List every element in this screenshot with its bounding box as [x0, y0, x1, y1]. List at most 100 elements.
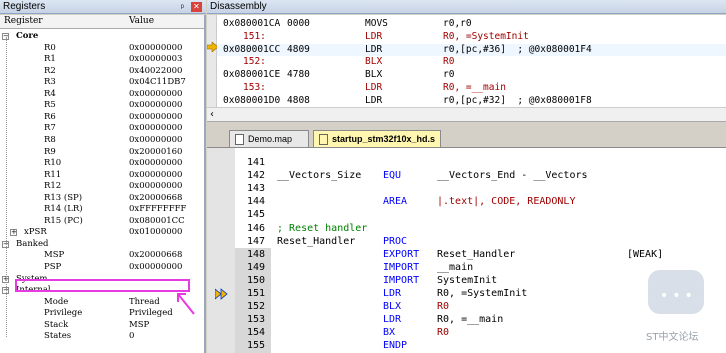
register-row[interactable]: R5 0x00000000 [0, 100, 204, 111]
operands: r0,[pc,#32] ; @0x080001F8 [443, 94, 592, 106]
mnemonic: LDR [365, 30, 383, 42]
register-value[interactable]: 0x04C11DB7 [129, 77, 186, 88]
operands: r0,[pc,#36] ; @0x080001F4 [443, 43, 592, 55]
expand-icon[interactable]: + [10, 229, 17, 237]
register-row[interactable]: R0 0x00000000 [0, 43, 204, 54]
register-value[interactable]: 0x00000000 [129, 158, 182, 169]
pin-icon[interactable]: ᵖ [181, 0, 184, 14]
tab-startup-file[interactable]: startup_stm32f10x_hd.s [313, 130, 441, 147]
mnemonic: LDR [365, 94, 383, 106]
forum-watermark: ••• ST中文论坛 [646, 270, 714, 350]
code-line[interactable]: 147 Reset_Handler PROC [207, 235, 726, 248]
register-row[interactable]: R13 (SP) 0x20000668 [0, 193, 204, 204]
line-number: 149 [246, 261, 265, 273]
register-value[interactable]: 0x080001CC [129, 216, 185, 227]
register-value[interactable]: 0 [129, 331, 134, 342]
line-number: 151 [246, 288, 265, 299]
source-line[interactable]: 151: LDR R0, =SystemInit [217, 31, 726, 44]
register-group[interactable]: − Banked [0, 239, 204, 250]
column-register[interactable]: Register [4, 16, 43, 26]
register-name: R15 (PC) [44, 215, 83, 226]
register-group[interactable]: − Core [0, 31, 204, 42]
register-value[interactable]: 0xFFFFFFFF [129, 204, 186, 215]
disassembly-gutter [207, 15, 217, 121]
code-arguments: |.text|, CODE, READONLY [437, 196, 576, 208]
instruction-line[interactable]: 0x080001CC 4809 LDR r0,[pc,#36] ; @0x080001… [217, 43, 726, 57]
register-value[interactable]: Thread [129, 297, 160, 308]
tab-demo-map[interactable]: Demo.map [229, 130, 309, 147]
register-value[interactable]: 0x20000668 [129, 250, 182, 261]
watermark-text: ST中文论坛 [646, 332, 699, 343]
register-value[interactable]: 0x20000160 [129, 147, 182, 158]
register-value[interactable]: Privileged [129, 308, 173, 319]
code-comment: ; Reset handler [277, 222, 368, 234]
operands: r0 [443, 69, 455, 81]
opcode-hex: 4808 [287, 94, 310, 106]
register-value[interactable]: 0x20000668 [129, 193, 182, 204]
register-value[interactable]: 0x00000000 [129, 123, 182, 134]
register-row[interactable]: R15 (PC) 0x080001CC [0, 216, 204, 227]
register-name: R8 [44, 134, 56, 145]
code-line[interactable]: 141 [207, 156, 726, 169]
register-name: R9 [44, 146, 56, 157]
register-group[interactable]: + xPSR 0x01000000 [0, 227, 204, 238]
register-row[interactable]: R6 0x00000000 [0, 112, 204, 123]
register-value[interactable]: 0x00000000 [129, 112, 182, 123]
register-row[interactable]: R9 0x20000160 [0, 147, 204, 158]
register-row[interactable]: R3 0x04C11DB7 [0, 77, 204, 88]
register-value[interactable]: 0x00000000 [129, 170, 182, 181]
register-value[interactable]: MSP [129, 320, 149, 331]
register-row[interactable]: Stack MSP [0, 320, 204, 331]
register-name: R5 [44, 100, 56, 111]
column-value[interactable]: Value [129, 16, 154, 26]
instruction-line[interactable]: 0x080001D0 4808 LDR r0,[pc,#32] ; @0x080001… [217, 95, 726, 108]
instruction-line[interactable]: 0x080001CA 0000 MOVS r0,r0 [217, 18, 726, 31]
register-row[interactable]: R2 0x40022000 [0, 66, 204, 77]
code-arguments: Reset_Handler [437, 248, 516, 260]
code-arguments: R0 [437, 301, 450, 313]
scroll-left-icon[interactable]: ‹ [210, 108, 214, 122]
register-value[interactable]: 0x00000000 [129, 43, 182, 54]
register-row[interactable]: R10 0x00000000 [0, 158, 204, 169]
register-name: PSP [44, 262, 62, 272]
register-value[interactable]: 0x40022000 [129, 66, 182, 77]
register-value[interactable]: 0x00000000 [129, 100, 182, 111]
opcode-hex: 0000 [287, 18, 310, 29]
register-row[interactable]: R12 0x00000000 [0, 181, 204, 192]
registers-pane-title: Registers ᵖ ✕ [0, 0, 206, 14]
register-value[interactable]: 0x00000003 [129, 54, 182, 65]
register-value[interactable]: 0x00000000 [129, 135, 182, 146]
register-row[interactable]: MSP 0x20000668 [0, 250, 204, 261]
disassembly-scrollbar[interactable]: ‹ [207, 107, 726, 121]
instruction-line[interactable]: 0x080001CE 4780 BLX r0 [217, 69, 726, 82]
register-row[interactable]: R1 0x00000003 [0, 54, 204, 65]
register-row[interactable]: States 0 [0, 331, 204, 342]
line-number: 152 [246, 301, 265, 313]
registers-tree[interactable]: Register Value − Core R0 0x00000000 R1 0x0000… [0, 15, 206, 353]
code-line[interactable]: 148 EXPORT Reset_Handler [WEAK] [207, 247, 726, 261]
source-line[interactable]: 153: LDR R0, =__main [217, 82, 726, 95]
register-name: R14 (LR) [44, 204, 83, 215]
source-line[interactable]: 152: BLX R0 [217, 56, 726, 69]
register-value[interactable]: 0x01000000 [129, 227, 182, 238]
register-row[interactable]: R7 0x00000000 [0, 123, 204, 134]
register-row[interactable]: R8 0x00000000 [0, 135, 204, 146]
code-arguments: SystemInit [437, 274, 498, 286]
code-line[interactable]: 142 __Vectors_Size EQU __Vectors_End - __Ve… [207, 169, 726, 182]
register-value[interactable]: 0x00000000 [129, 181, 182, 192]
close-icon[interactable]: ✕ [191, 2, 202, 12]
code-line[interactable]: 146 ; Reset handler [207, 222, 726, 235]
line-number: 142 [246, 170, 265, 182]
register-value[interactable]: 0x00000000 [129, 262, 182, 273]
code-line[interactable]: 144 AREA |.text|, CODE, READONLY [207, 195, 726, 208]
address: 0x080001CE [223, 69, 281, 81]
code-line[interactable]: 145 [207, 208, 726, 221]
code-line[interactable]: 143 [207, 182, 726, 195]
register-value[interactable]: 0x00000000 [129, 89, 182, 100]
register-row[interactable]: R11 0x00000000 [0, 170, 204, 181]
disassembly-view[interactable]: 0x080001CA 0000 MOVS r0,r0 151: LDR R0, =Syste… [207, 15, 726, 121]
register-row[interactable]: R4 0x00000000 [0, 89, 204, 100]
register-row[interactable]: PSP 0x00000000 [0, 262, 204, 273]
register-row[interactable]: R14 (LR) 0xFFFFFFFF [0, 204, 204, 215]
register-name: Core [16, 31, 39, 41]
